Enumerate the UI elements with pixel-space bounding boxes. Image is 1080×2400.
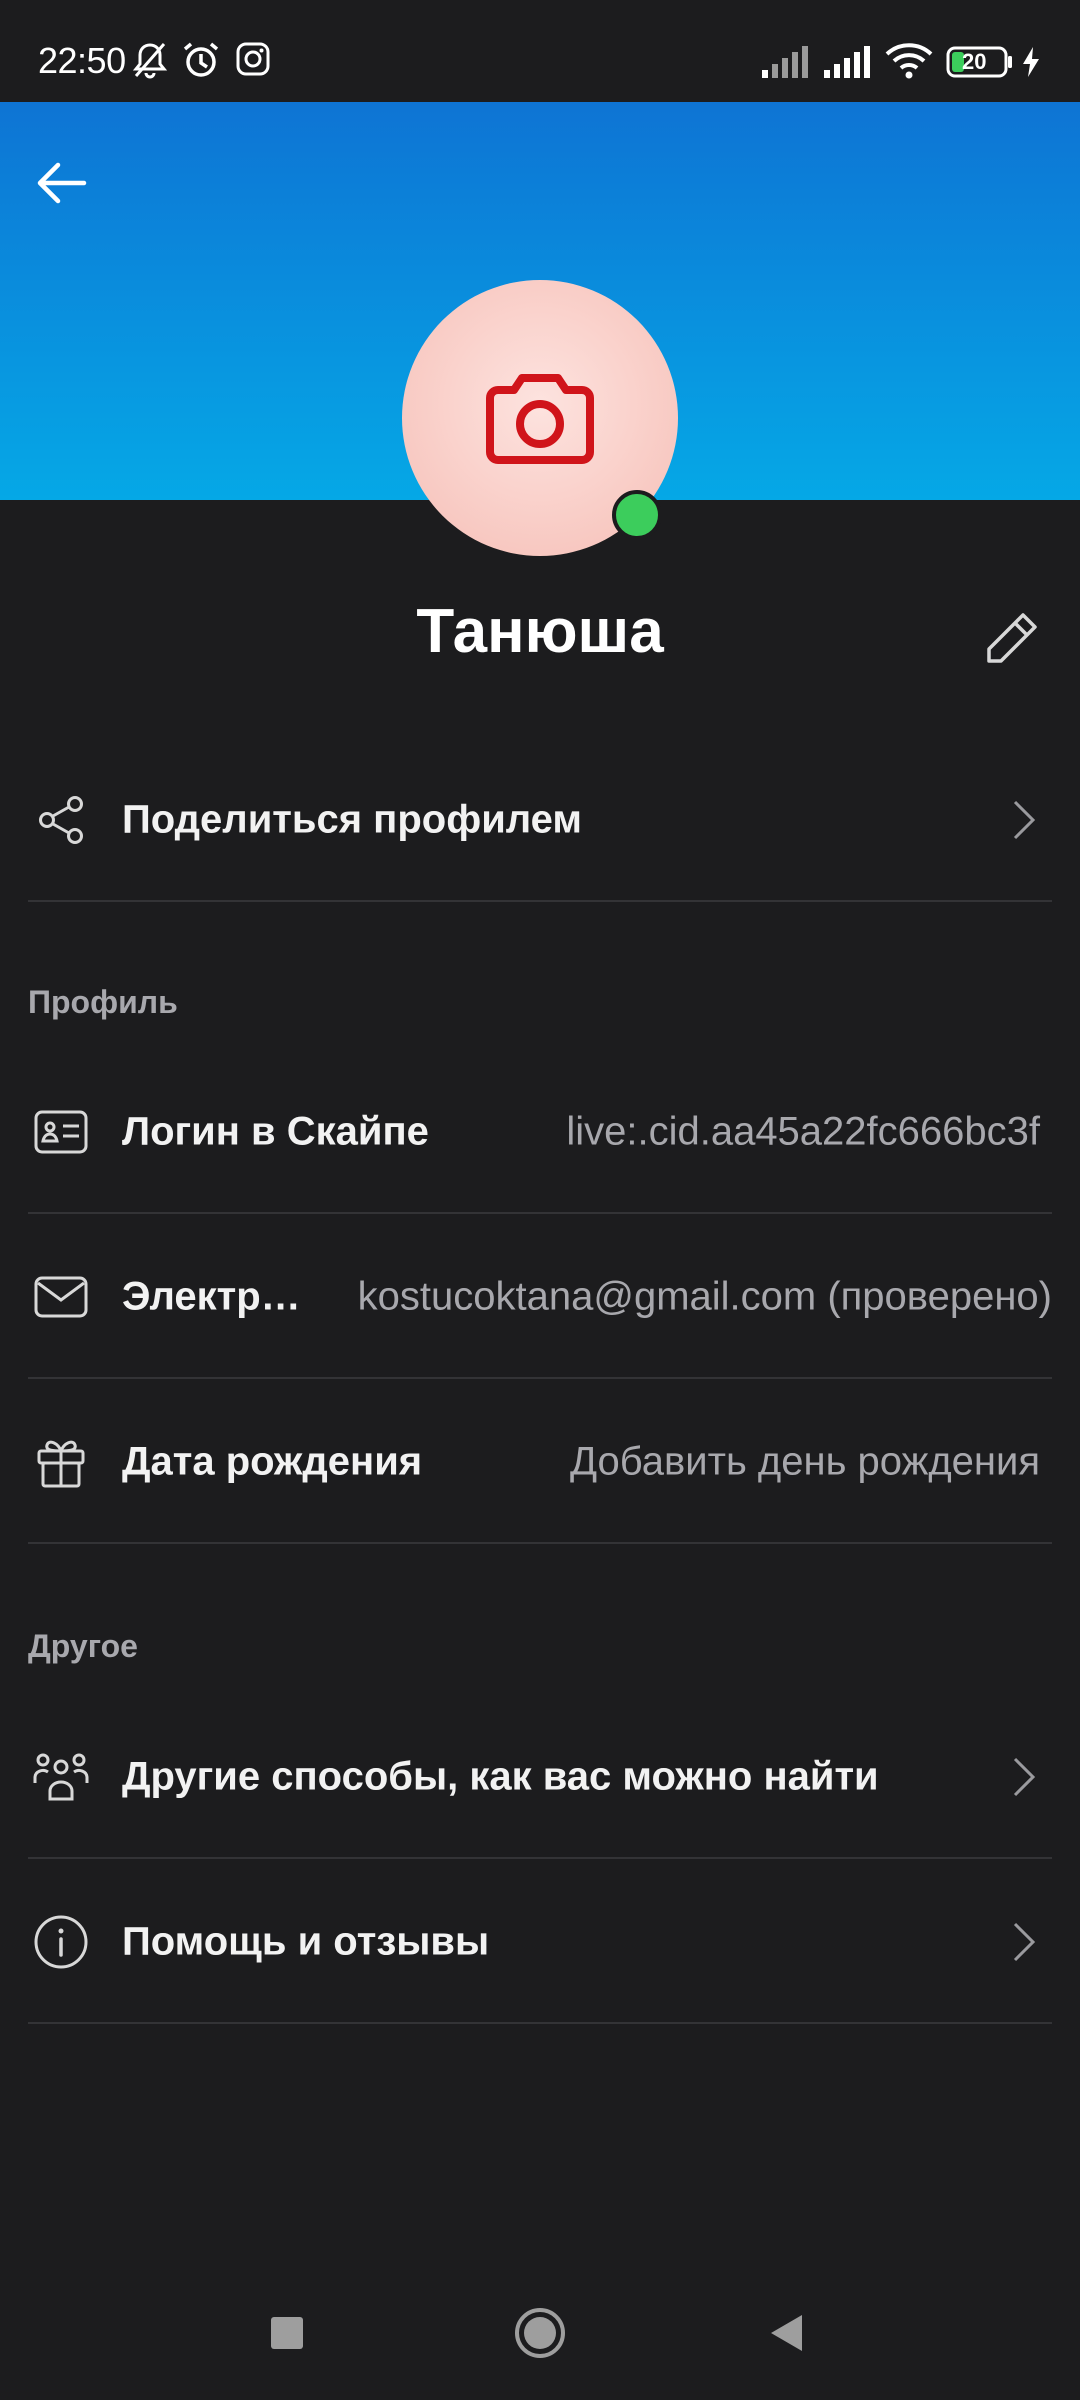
skype-login-label: Логин в Скайпе bbox=[122, 1109, 429, 1154]
skype-login-row[interactable]: Логин в Скайпе live:.cid.aa45a22fc666bc3… bbox=[0, 1050, 1080, 1214]
email-value: kostucoktana@gmail.com (проверено) bbox=[357, 1274, 1052, 1319]
gift-icon bbox=[30, 1431, 92, 1493]
people-group-icon bbox=[30, 1746, 92, 1808]
signal-bars-icon bbox=[760, 44, 812, 83]
recents-button[interactable] bbox=[242, 2290, 332, 2380]
divider bbox=[28, 1212, 1052, 1214]
share-icon bbox=[30, 789, 92, 851]
system-nav-bar bbox=[0, 2270, 1080, 2400]
home-button[interactable] bbox=[495, 2290, 585, 2380]
chevron-right-icon bbox=[1004, 1917, 1044, 1967]
back-triangle-icon bbox=[768, 2313, 806, 2358]
id-card-icon bbox=[30, 1101, 92, 1163]
envelope-icon bbox=[30, 1266, 92, 1328]
email-label: Электр… bbox=[122, 1274, 301, 1319]
help-feedback-row[interactable]: Помощь и отзывы bbox=[0, 1860, 1080, 2024]
bell-muted-icon bbox=[130, 40, 170, 85]
pencil-icon bbox=[981, 609, 1041, 674]
profile-display-name: Танюша bbox=[416, 597, 664, 666]
email-row[interactable]: Электр… kostucoktana@gmail.com (проверен… bbox=[0, 1215, 1080, 1379]
help-feedback-label: Помощь и отзывы bbox=[122, 1919, 490, 1964]
divider bbox=[28, 1857, 1052, 1859]
arrow-left-icon bbox=[34, 161, 88, 210]
status-bar: 22:50 20 bbox=[0, 0, 1080, 102]
discoverability-label: Другие способы, как вас можно найти bbox=[122, 1754, 879, 1799]
divider bbox=[28, 1377, 1052, 1379]
system-back-button[interactable] bbox=[742, 2290, 832, 2380]
home-circle-icon bbox=[514, 2307, 566, 2364]
back-button[interactable] bbox=[28, 152, 94, 218]
instagram-icon bbox=[234, 40, 272, 83]
wifi-icon bbox=[884, 42, 934, 85]
chevron-right-icon bbox=[1004, 1752, 1044, 1802]
divider bbox=[28, 900, 1052, 902]
camera-icon bbox=[484, 366, 596, 471]
recents-square-icon bbox=[269, 2315, 305, 2356]
divider bbox=[28, 1542, 1052, 1544]
birthday-value: Добавить день рождения bbox=[570, 1439, 1040, 1484]
birthday-label: Дата рождения bbox=[122, 1439, 423, 1484]
presence-status-dot bbox=[612, 490, 662, 540]
section-header-other: Другое bbox=[28, 1628, 138, 1664]
discoverability-row[interactable]: Другие способы, как вас можно найти bbox=[0, 1695, 1080, 1859]
signal-bars-icon bbox=[822, 44, 874, 83]
divider bbox=[28, 2022, 1052, 2024]
alarm-icon bbox=[180, 40, 222, 85]
status-time: 22:50 bbox=[38, 40, 126, 81]
charging-bolt-icon bbox=[1020, 46, 1042, 83]
birthday-row[interactable]: Дата рождения Добавить день рождения bbox=[0, 1380, 1080, 1544]
skype-login-value: live:.cid.aa45a22fc666bc3f bbox=[566, 1109, 1040, 1154]
edit-name-button[interactable] bbox=[976, 606, 1046, 676]
section-header-profile: Профиль bbox=[28, 984, 178, 1020]
share-profile-label: Поделиться профилем bbox=[122, 797, 582, 842]
battery-level: 20 bbox=[962, 49, 987, 74]
chevron-right-icon bbox=[1004, 795, 1044, 845]
share-profile-row[interactable]: Поделиться профилем bbox=[0, 738, 1080, 902]
info-icon bbox=[30, 1911, 92, 1973]
